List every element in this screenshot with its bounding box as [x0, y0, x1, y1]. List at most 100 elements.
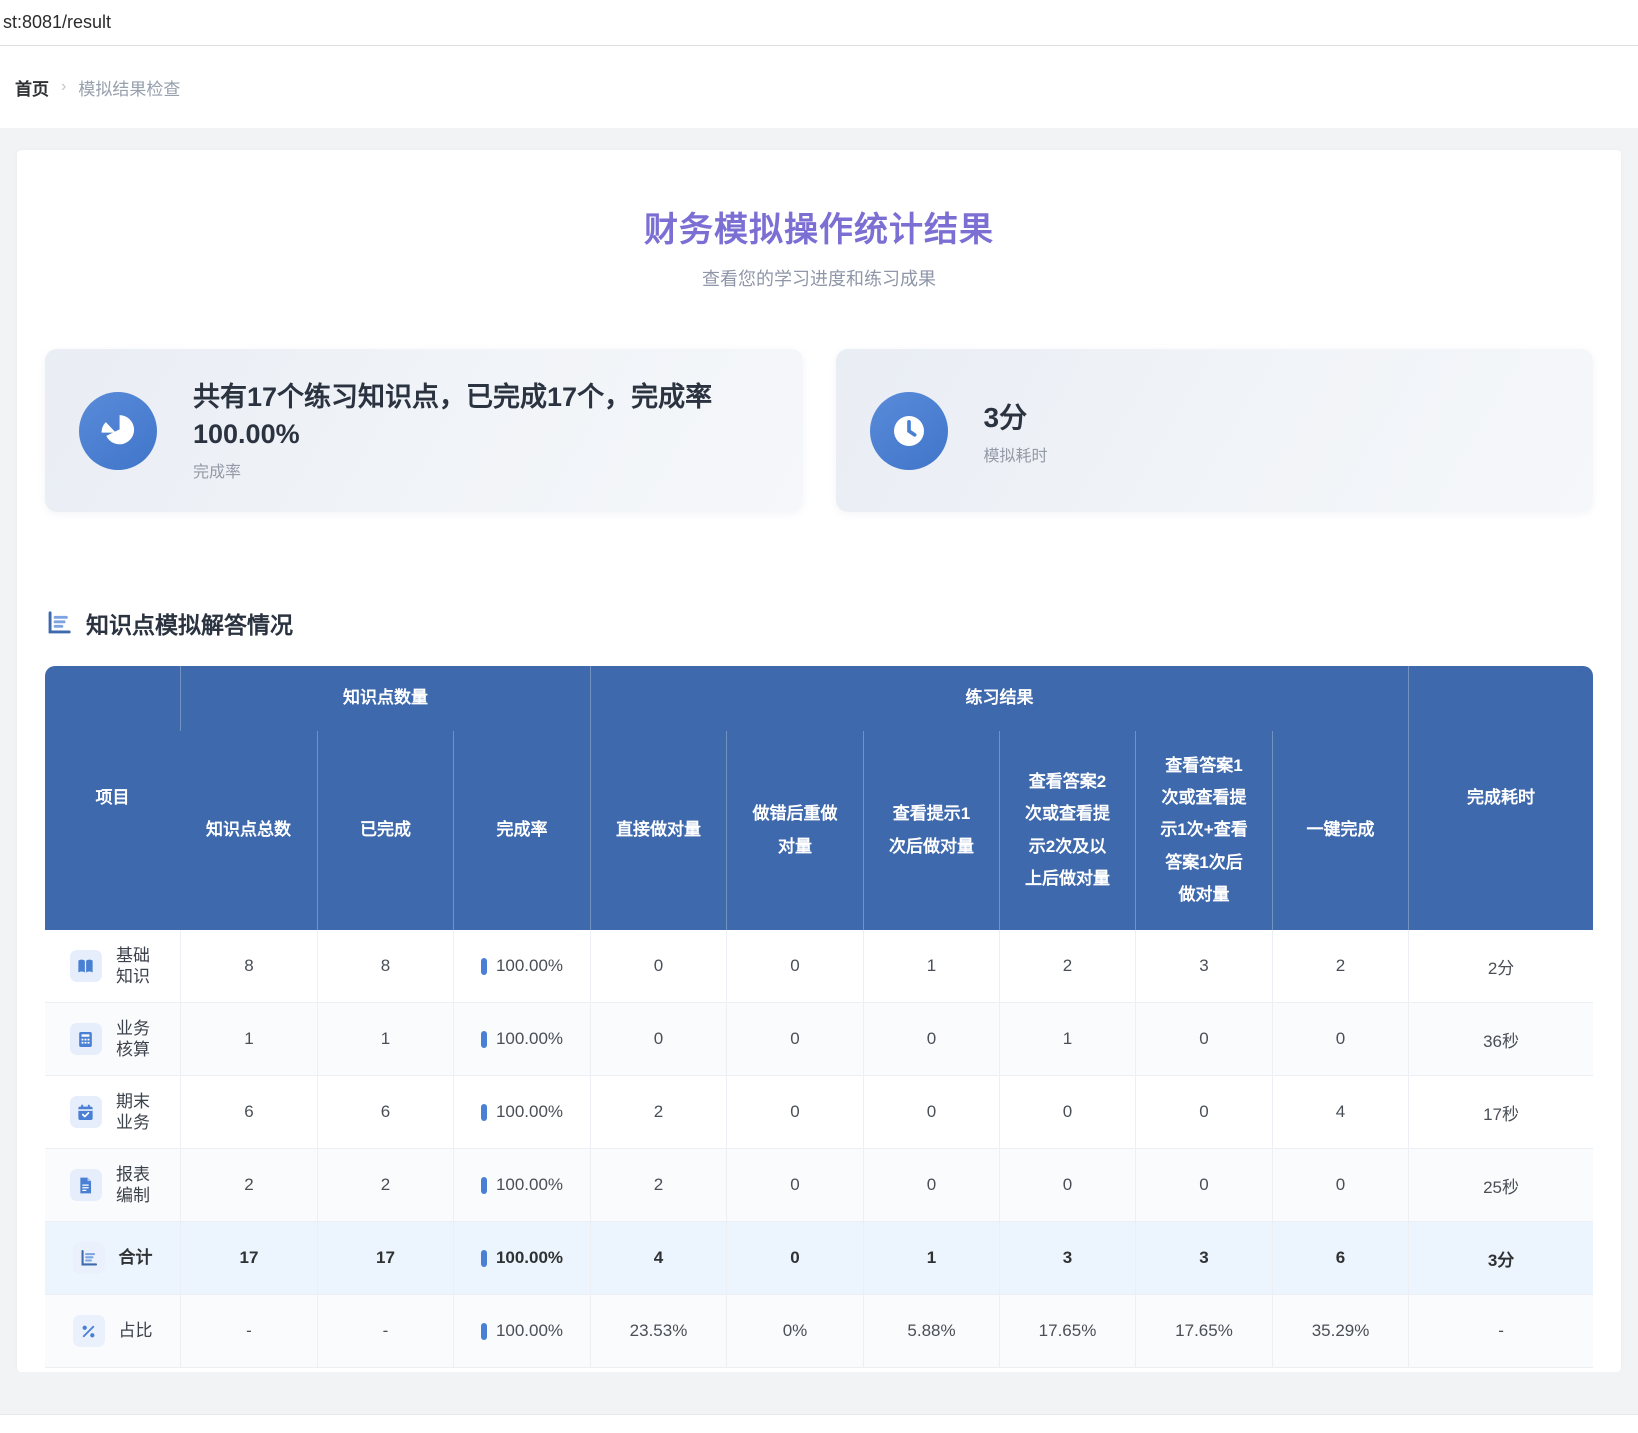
table-row-percentage: 占比 - - 100.00% 23.53% 0% 5.88% 17.65% 17… — [45, 1295, 1593, 1368]
table-cell: - — [180, 1295, 317, 1368]
header-knowledge-count-group: 知识点数量 — [180, 666, 590, 731]
table-cell: 17 — [317, 1222, 453, 1295]
table-cell: 8 — [317, 930, 453, 1003]
table-cell: 1 — [180, 1003, 317, 1076]
page-background-gap — [0, 128, 1638, 150]
header-practice-result-group: 练习结果 — [590, 666, 1408, 731]
table-cell: 0 — [726, 1149, 863, 1222]
row-label: 合计 — [119, 1247, 153, 1268]
page-background-bottom — [0, 1372, 1638, 1414]
table-cell: 0 — [1135, 1003, 1272, 1076]
url-text: st:8081/result — [3, 12, 111, 33]
table-cell: 100.00% — [496, 956, 563, 976]
row-label: 基础知识 — [116, 945, 155, 988]
page-title: 财务模拟操作统计结果 — [45, 150, 1593, 251]
table-cell: 17秒 — [1408, 1076, 1593, 1149]
progress-pill — [481, 1323, 487, 1340]
page-subtitle: 查看您的学习进度和练习成果 — [45, 265, 1593, 291]
breadcrumb: 首页 › 模拟结果检查 — [0, 46, 1638, 128]
table-cell: 17 — [180, 1222, 317, 1295]
table-cell: 0 — [863, 1003, 999, 1076]
header-completed: 已完成 — [317, 731, 453, 930]
table-cell: 4 — [590, 1222, 726, 1295]
table-row-total: 合计 17 17 100.00% 4 0 1 3 3 6 3分 — [45, 1222, 1593, 1295]
table-cell: 100.00% — [496, 1175, 563, 1195]
table-cell: 0 — [590, 1003, 726, 1076]
table-cell: 2 — [590, 1149, 726, 1222]
table-cell: 0 — [1135, 1149, 1272, 1222]
calculator-icon — [70, 1023, 102, 1055]
table-cell: 100.00% — [496, 1102, 563, 1122]
table-cell: 3分 — [1408, 1222, 1593, 1295]
progress-pill — [481, 1104, 487, 1121]
table-cell: 1 — [863, 930, 999, 1003]
table-cell: 2 — [590, 1076, 726, 1149]
table-cell: 0% — [726, 1295, 863, 1368]
header-group-row: 项目 知识点数量 练习结果 完成耗时 — [45, 666, 1593, 731]
table-cell: 100.00% — [496, 1248, 563, 1268]
completion-label: 完成率 — [193, 458, 763, 482]
table-cell: 2 — [180, 1149, 317, 1222]
duration-stat-body: 3分 模拟耗时 — [984, 396, 1088, 466]
table-cell: 3 — [1135, 1222, 1272, 1295]
browser-address-bar[interactable]: st:8081/result — [0, 0, 1638, 46]
header-project: 项目 — [45, 666, 180, 930]
table-cell: 0 — [863, 1076, 999, 1149]
bar-chart-icon — [73, 1242, 105, 1274]
row-label: 报表编制 — [116, 1164, 155, 1207]
table-cell: - — [317, 1295, 453, 1368]
table-row-basic-knowledge: 基础知识 8 8 100.00% 0 0 1 2 3 2 2分 — [45, 930, 1593, 1003]
header-time-spent: 完成耗时 — [1408, 666, 1593, 930]
completion-stat-card: 共有17个练习知识点，已完成17个，完成率100.00% 完成率 — [45, 349, 803, 512]
header-total-points: 知识点总数 — [180, 731, 317, 930]
table-cell: 5.88% — [863, 1295, 999, 1368]
breadcrumb-current: 模拟结果检查 — [78, 75, 180, 100]
table-cell: 1 — [999, 1003, 1135, 1076]
table-cell: - — [1408, 1295, 1593, 1368]
progress-pill — [481, 958, 487, 975]
table-cell: 0 — [590, 930, 726, 1003]
table-row-report-preparation: 报表编制 2 2 100.00% 2 0 0 0 0 0 25秒 — [45, 1149, 1593, 1222]
table-cell: 0 — [1272, 1149, 1408, 1222]
table-cell: 6 — [317, 1076, 453, 1149]
completion-stat-body: 共有17个练习知识点，已完成17个，完成率100.00% 完成率 — [193, 379, 803, 482]
table-cell: 1 — [317, 1003, 453, 1076]
table-cell: 0 — [726, 1003, 863, 1076]
breadcrumb-home-link[interactable]: 首页 — [15, 75, 49, 100]
table-cell: 0 — [726, 1076, 863, 1149]
result-panel: 财务模拟操作统计结果 查看您的学习进度和练习成果 共有17个练习知识点，已完成1… — [17, 150, 1621, 1372]
table-cell: 17.65% — [999, 1295, 1135, 1368]
row-label: 业务核算 — [116, 1018, 155, 1061]
table-cell: 3 — [1135, 930, 1272, 1003]
header-sub-row: 知识点总数 已完成 完成率 直接做对量 做错后重做对量 查看提示1次后做对量 查… — [45, 731, 1593, 930]
table-cell: 25秒 — [1408, 1149, 1593, 1222]
table-cell: 0 — [999, 1076, 1135, 1149]
table-cell: 2分 — [1408, 930, 1593, 1003]
header-answer-twice: 查看答案2次或查看提示2次及以上后做对量 — [999, 731, 1135, 930]
header-hint-once: 查看提示1次后做对量 — [863, 731, 999, 930]
book-icon — [70, 950, 102, 982]
table-cell: 100.00% — [496, 1029, 563, 1049]
header-answer-once: 查看答案1次或查看提示1次+查看答案1次后做对量 — [1135, 731, 1272, 930]
table-cell: 1 — [863, 1222, 999, 1295]
header-one-click: 一键完成 — [1272, 731, 1408, 930]
header-completion-rate: 完成率 — [453, 731, 590, 930]
header-redo-after-wrong: 做错后重做对量 — [726, 731, 863, 930]
table-cell: 6 — [1272, 1222, 1408, 1295]
calendar-check-icon — [70, 1096, 102, 1128]
table-cell: 2 — [1272, 930, 1408, 1003]
table-cell: 3 — [999, 1222, 1135, 1295]
clock-icon — [870, 392, 948, 470]
chevron-right-icon: › — [61, 78, 66, 96]
table-cell: 8 — [180, 930, 317, 1003]
document-icon — [70, 1169, 102, 1201]
table-cell: 2 — [999, 930, 1135, 1003]
table-cell: 0 — [726, 930, 863, 1003]
progress-pill — [481, 1250, 487, 1267]
pie-chart-icon — [79, 392, 157, 470]
table-cell: 35.29% — [1272, 1295, 1408, 1368]
section-header: 知识点模拟解答情况 — [45, 606, 1593, 640]
table-cell: 17.65% — [1135, 1295, 1272, 1368]
stats-row: 共有17个练习知识点，已完成17个，完成率100.00% 完成率 3分 模拟耗时 — [45, 349, 1593, 512]
results-table-wrap: 项目 知识点数量 练习结果 完成耗时 知识点总数 已完成 完成率 直接做对量 做… — [45, 666, 1593, 1368]
